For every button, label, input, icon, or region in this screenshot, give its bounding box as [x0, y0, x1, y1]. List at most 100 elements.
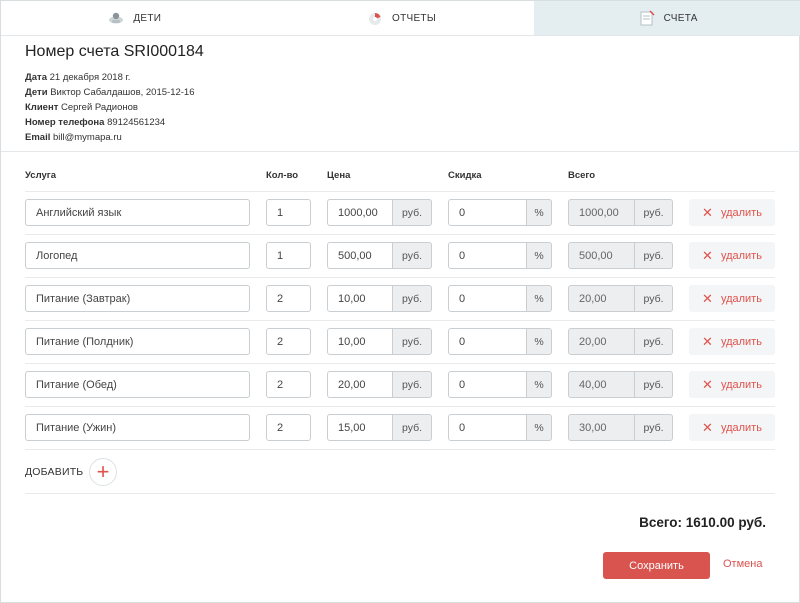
row-line: [25, 277, 775, 278]
qty-input[interactable]: 1: [266, 199, 311, 226]
row-line: [25, 320, 775, 321]
price-currency-addon: руб.: [393, 328, 432, 355]
delete-label: удалить: [720, 421, 762, 434]
tab-bar: ДЕТИ ОТЧЕТЫ СЧЕТА: [1, 1, 800, 36]
discount-percent-addon: %: [527, 414, 552, 441]
close-icon: ✕: [702, 290, 713, 306]
qty-input[interactable]: 2: [266, 414, 311, 441]
price-currency-addon: руб.: [393, 414, 432, 441]
delete-label: удалить: [720, 378, 762, 391]
children-icon: [107, 9, 125, 27]
tab-invoices-label: СЧЕТА: [663, 12, 698, 24]
price-input[interactable]: 1000,00: [327, 199, 393, 226]
tab-reports[interactable]: ОТЧЕТЫ: [267, 1, 535, 35]
discount-input[interactable]: 0: [448, 242, 527, 269]
discount-input[interactable]: 0: [448, 285, 527, 312]
service-input[interactable]: Логопед: [25, 242, 250, 269]
tab-children[interactable]: ДЕТИ: [1, 1, 268, 35]
close-icon: ✕: [702, 376, 713, 392]
info-email: Email bill@mymapa.ru: [25, 130, 195, 145]
discount-input[interactable]: 0: [448, 199, 527, 226]
service-input[interactable]: Питание (Завтрак): [25, 285, 250, 312]
service-input[interactable]: Питание (Полдник): [25, 328, 250, 355]
discount-input[interactable]: 0: [448, 328, 527, 355]
discount-input[interactable]: 0: [448, 371, 527, 398]
qty-input[interactable]: 2: [266, 285, 311, 312]
service-input[interactable]: Питание (Ужин): [25, 414, 250, 441]
qty-input[interactable]: 2: [266, 371, 311, 398]
col-header-service: Услуга: [25, 170, 57, 181]
row-line: [25, 406, 775, 407]
info-phone: Номер телефона 89124561234: [25, 115, 195, 130]
row-line: [25, 234, 775, 235]
delete-row-button[interactable]: ✕ удалить: [689, 414, 775, 441]
price-currency-addon: руб.: [393, 371, 432, 398]
info-client-value: Сергей Радионов: [61, 102, 138, 113]
col-header-qty: Кол-во: [266, 170, 299, 181]
service-input[interactable]: Питание (Обед): [25, 371, 250, 398]
total-readonly-field: 20,00: [568, 285, 635, 312]
info-client-label: Клиент: [25, 102, 59, 113]
info-email-label: Email: [25, 132, 51, 143]
delete-label: удалить: [720, 292, 762, 305]
price-input[interactable]: 500,00: [327, 242, 393, 269]
total-currency-addon: руб.: [635, 414, 673, 441]
price-currency-addon: руб.: [393, 242, 432, 269]
qty-input[interactable]: 1: [266, 242, 311, 269]
total-readonly-field: 20,00: [568, 328, 635, 355]
total-currency-addon: руб.: [635, 285, 673, 312]
discount-percent-addon: %: [527, 199, 552, 226]
delete-row-button[interactable]: ✕ удалить: [689, 199, 775, 226]
qty-input[interactable]: 2: [266, 328, 311, 355]
discount-percent-addon: %: [527, 242, 552, 269]
price-currency-addon: руб.: [393, 199, 432, 226]
price-input[interactable]: 20,00: [327, 371, 393, 398]
total-readonly-field: 500,00: [568, 242, 635, 269]
service-input[interactable]: Английский язык: [25, 199, 250, 226]
close-icon: ✕: [702, 419, 713, 435]
close-icon: ✕: [702, 333, 713, 349]
discount-input[interactable]: 0: [448, 414, 527, 441]
tab-reports-label: ОТЧЕТЫ: [392, 12, 436, 24]
tab-invoices[interactable]: СЧЕТА: [534, 1, 800, 35]
col-header-price: Цена: [327, 170, 351, 181]
info-children-label: Дети: [25, 87, 48, 98]
total-currency-addon: руб.: [635, 199, 673, 226]
delete-label: удалить: [720, 335, 762, 348]
invoice-title: Номер счета SRI000184: [25, 43, 204, 60]
info-children-value: Виктор Сабалдашов, 2015-12-16: [50, 87, 195, 98]
delete-row-button[interactable]: ✕ удалить: [689, 285, 775, 312]
invoice-info: Дата 21 декабря 2018 г. Дети Виктор Саба…: [25, 70, 195, 145]
tab-children-label: ДЕТИ: [133, 12, 162, 24]
row-line: [25, 363, 775, 364]
price-input[interactable]: 15,00: [327, 414, 393, 441]
total-currency-addon: руб.: [635, 328, 673, 355]
discount-percent-addon: %: [527, 371, 552, 398]
header-divider: [1, 151, 800, 152]
plus-icon: +: [96, 459, 110, 484]
save-button[interactable]: Сохранить: [603, 552, 710, 579]
total-readonly-field: 30,00: [568, 414, 635, 441]
delete-row-button[interactable]: ✕ удалить: [689, 242, 775, 269]
delete-row-button[interactable]: ✕ удалить: [689, 371, 775, 398]
grand-total: Всего: 1610.00 руб.: [639, 515, 766, 530]
info-date: Дата 21 декабря 2018 г.: [25, 70, 195, 85]
invoices-icon: [638, 9, 656, 27]
info-phone-label: Номер телефона: [25, 117, 105, 128]
col-header-total: Всего: [568, 170, 596, 181]
col-header-discount: Скидка: [448, 170, 482, 181]
total-currency-addon: руб.: [635, 242, 673, 269]
price-input[interactable]: 10,00: [327, 285, 393, 312]
add-row-button[interactable]: +: [89, 458, 117, 486]
close-icon: ✕: [702, 204, 713, 220]
price-currency-addon: руб.: [393, 285, 432, 312]
info-email-value: bill@mymapa.ru: [53, 132, 122, 143]
header-row-line: [25, 191, 775, 192]
reports-icon: [366, 9, 384, 27]
footer-line: [25, 493, 775, 494]
delete-row-button[interactable]: ✕ удалить: [689, 328, 775, 355]
row-line: [25, 449, 775, 450]
price-input[interactable]: 10,00: [327, 328, 393, 355]
total-readonly-field: 1000,00: [568, 199, 635, 226]
cancel-button[interactable]: Отмена: [723, 558, 762, 570]
